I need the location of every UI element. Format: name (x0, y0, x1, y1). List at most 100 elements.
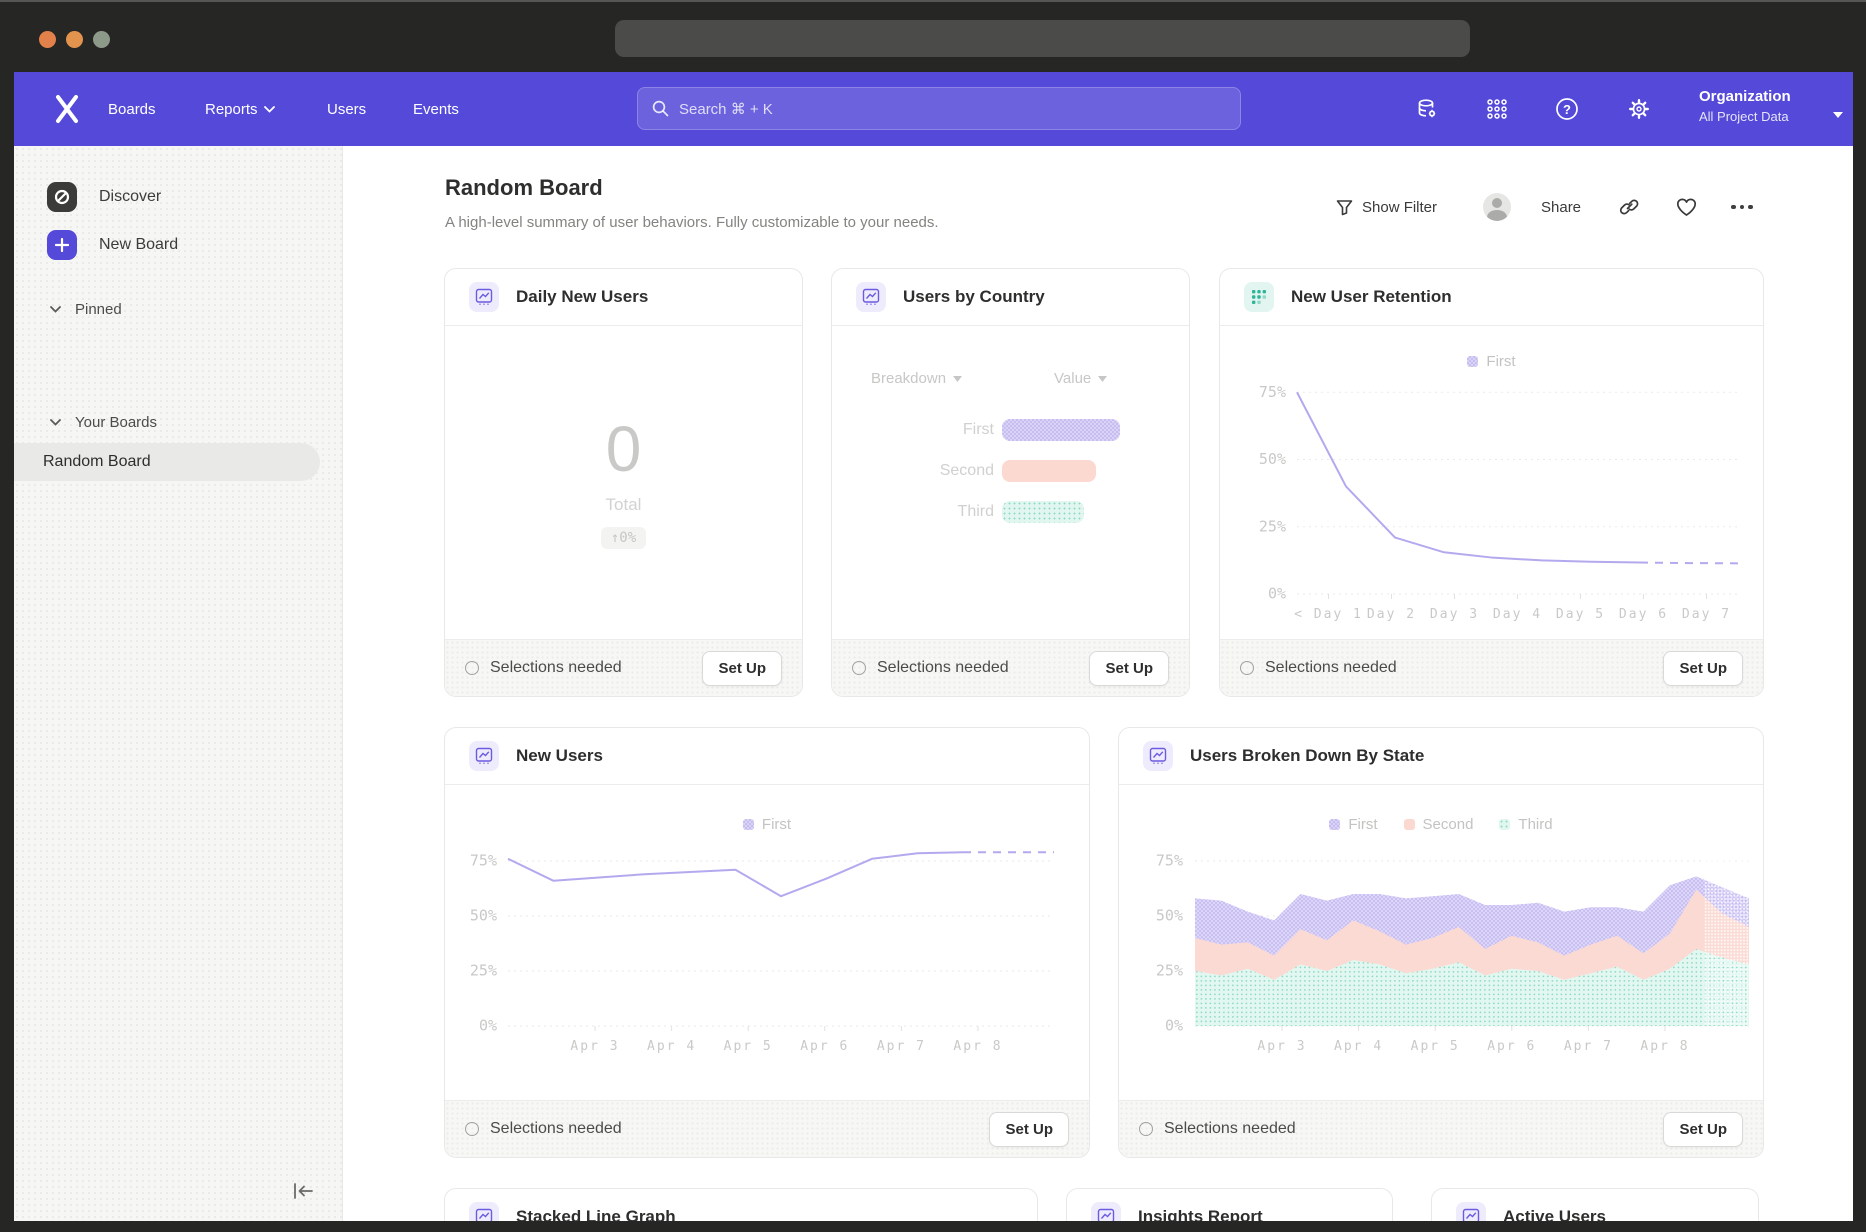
column-header-value[interactable]: Value (1054, 370, 1107, 387)
sidebar-item-random-board[interactable]: Random Board (14, 443, 320, 481)
card-new-users: New Users First 75%50%25%0%Apr 3Apr 4Apr… (444, 727, 1090, 1158)
status-text: Selections needed (490, 659, 622, 677)
svg-text:75%: 75% (470, 852, 497, 870)
status-circle-icon (465, 661, 479, 675)
nav-item-boards[interactable]: Boards (108, 72, 156, 146)
svg-text:Day 3: Day 3 (1430, 607, 1479, 622)
sidebar-item-new-board[interactable]: New Board (47, 230, 178, 260)
card-title: Insights Report (1138, 1207, 1263, 1221)
board-content: Random Board A high-level summary of use… (343, 146, 1853, 1221)
sidebar-item-discover[interactable]: Discover (47, 182, 161, 212)
line-chart-icon (469, 282, 499, 312)
card-insights-report: Insights Report (1066, 1188, 1393, 1221)
sidebar-section-your-boards[interactable]: Your Boards (50, 414, 157, 431)
status-circle-icon (1240, 661, 1254, 675)
card-title: Active Users (1503, 1207, 1606, 1221)
card-title: Users by Country (903, 287, 1045, 307)
chevron-down-icon (50, 306, 61, 313)
nav-item-reports[interactable]: Reports (205, 72, 275, 146)
share-button[interactable]: Share (1541, 192, 1581, 222)
line-chart-icon (856, 282, 886, 312)
svg-text:Apr 4: Apr 4 (1334, 1039, 1383, 1054)
card-title: Users Broken Down By State (1190, 746, 1424, 766)
set-up-button[interactable]: Set Up (1663, 1112, 1743, 1147)
svg-text:Day 4: Day 4 (1493, 607, 1542, 622)
column-header-breakdown[interactable]: Breakdown (871, 370, 962, 387)
bar-third (1002, 501, 1084, 523)
svg-text:Apr 3: Apr 3 (1257, 1039, 1306, 1054)
favorite-heart-icon[interactable] (1676, 192, 1697, 222)
line-chart-icon (1091, 1202, 1121, 1221)
card-title: New Users (516, 746, 603, 766)
bar-first (1002, 419, 1120, 441)
line-chart-icon (469, 1202, 499, 1221)
line-chart-icon (469, 741, 499, 771)
svg-text:?: ? (1563, 102, 1571, 117)
row-label: First (884, 421, 994, 439)
org-switcher[interactable]: Organization All Project Data (1699, 86, 1829, 126)
svg-text:< Day 1: < Day 1 (1294, 607, 1363, 622)
settings-gear-icon[interactable] (1626, 96, 1652, 122)
chevron-down-icon (1098, 376, 1107, 382)
chevron-down-icon (1833, 112, 1843, 118)
chevron-down-icon (953, 376, 962, 382)
set-up-button[interactable]: Set Up (1089, 651, 1169, 686)
line-chart-icon (1456, 1202, 1486, 1221)
search-input[interactable]: Search ⌘ + K (637, 87, 1241, 130)
mixpanel-logo-icon[interactable] (54, 94, 80, 124)
svg-text:50%: 50% (1156, 907, 1183, 925)
retention-line-chart: 75%50%25%0%< Day 1Day 2Day 3Day 4Day 5Da… (1220, 327, 1763, 640)
more-options-icon[interactable] (1731, 192, 1753, 222)
status-circle-icon (1139, 1122, 1153, 1136)
status-text: Selections needed (490, 1120, 622, 1138)
app-window: Boards Reports Users Events Search ⌘ + K (14, 72, 1853, 1221)
browser-url-bar[interactable] (615, 20, 1470, 57)
svg-text:Day 6: Day 6 (1619, 607, 1668, 622)
metric-delta-badge: ↑0% (601, 527, 646, 549)
stacked-area-chart: 75%50%25%0%Apr 3Apr 4Apr 5Apr 6Apr 7Apr … (1119, 786, 1763, 1101)
chevron-down-icon (264, 106, 275, 113)
set-up-button[interactable]: Set Up (702, 651, 782, 686)
card-title: Daily New Users (516, 287, 648, 307)
card-new-user-retention: New User Retention First 75%50%25%0%< Da… (1219, 268, 1764, 697)
retention-grid-icon (1244, 282, 1274, 312)
card-title: New User Retention (1291, 287, 1452, 307)
new-users-line-chart: 75%50%25%0%Apr 3Apr 4Apr 5Apr 6Apr 7Apr … (445, 786, 1089, 1101)
copy-link-icon[interactable] (1619, 192, 1639, 222)
svg-text:50%: 50% (470, 907, 497, 925)
card-users-by-state: Users Broken Down By State First Second … (1118, 727, 1764, 1158)
data-management-icon[interactable] (1414, 96, 1440, 122)
search-placeholder: Search ⌘ + K (679, 100, 773, 118)
nav-item-users[interactable]: Users (327, 72, 366, 146)
apps-grid-icon[interactable] (1484, 96, 1510, 122)
org-project: All Project Data (1699, 108, 1829, 126)
svg-text:Day 2: Day 2 (1367, 607, 1416, 622)
browser-chrome (0, 0, 1866, 72)
svg-text:Apr 8: Apr 8 (1640, 1039, 1689, 1054)
sidebar-section-pinned[interactable]: Pinned (50, 301, 122, 318)
svg-text:Apr 7: Apr 7 (877, 1039, 926, 1054)
svg-text:25%: 25% (1259, 517, 1286, 535)
show-filter-button[interactable]: Show Filter (1336, 192, 1437, 222)
collapse-sidebar-icon[interactable] (292, 1183, 314, 1199)
status-circle-icon (465, 1122, 479, 1136)
nav-item-events[interactable]: Events (413, 72, 459, 146)
svg-text:Apr 6: Apr 6 (1487, 1039, 1536, 1054)
set-up-button[interactable]: Set Up (989, 1112, 1069, 1147)
help-icon[interactable]: ? (1554, 96, 1580, 122)
svg-text:75%: 75% (1156, 852, 1183, 870)
svg-text:Apr 5: Apr 5 (724, 1039, 773, 1054)
window-zoom-button[interactable] (93, 31, 110, 48)
status-text: Selections needed (877, 659, 1009, 677)
window-minimize-button[interactable] (66, 31, 83, 48)
top-navbar: Boards Reports Users Events Search ⌘ + K (14, 72, 1853, 146)
window-close-button[interactable] (39, 31, 56, 48)
card-stacked-line-graph: Stacked Line Graph (444, 1188, 1038, 1221)
metric-label: Total (606, 495, 642, 515)
svg-text:Apr 5: Apr 5 (1411, 1039, 1460, 1054)
sidebar: Discover New Board Pinned Random Board Y… (14, 146, 343, 1221)
avatar[interactable] (1483, 193, 1511, 221)
line-chart-icon (1143, 741, 1173, 771)
set-up-button[interactable]: Set Up (1663, 651, 1743, 686)
svg-text:0%: 0% (1268, 585, 1286, 603)
